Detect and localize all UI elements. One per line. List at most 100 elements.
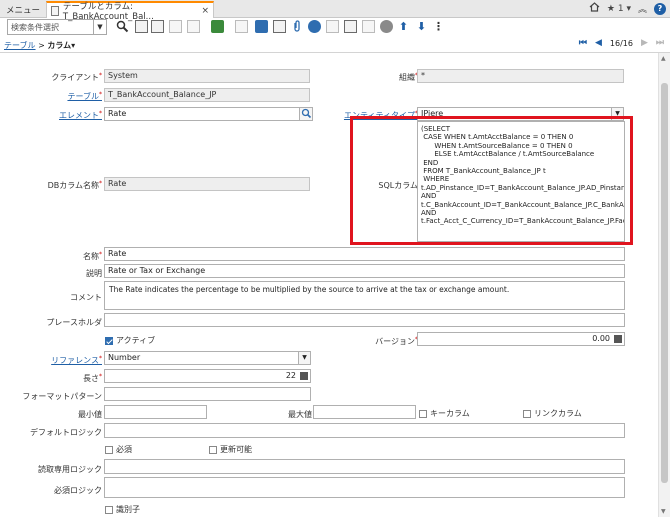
window-icon — [51, 5, 59, 16]
sql-column-textarea[interactable]: (SELECT CASE WHEN t.AmtAcctBalance = 0 T… — [417, 121, 625, 242]
first-record-icon[interactable]: ⏮ — [579, 38, 587, 48]
search-placeholder: 検索条件選択 — [11, 22, 59, 32]
readonly-logic-label: 読取専用ロジック — [38, 465, 102, 474]
reference-select[interactable]: Number ▼ — [104, 351, 311, 365]
search-condition-select[interactable]: 検索条件選択 ▼ — [7, 19, 107, 35]
mandatory-checkbox[interactable]: 必須 — [105, 444, 132, 455]
db-column-field: Rate — [104, 177, 310, 191]
description-label: 説明 — [86, 269, 102, 278]
tab-table-and-column[interactable]: テーブルとカラム: T_BankAccount_Bal... × — [46, 1, 214, 22]
version-label: バージョン — [375, 336, 418, 347]
print-icon[interactable] — [344, 20, 357, 33]
help-icon[interactable]: ? — [654, 2, 666, 15]
entity-type-label[interactable]: エンティティタイプ — [344, 110, 418, 121]
settings-icon[interactable] — [380, 20, 393, 33]
max-value-field[interactable] — [313, 405, 416, 419]
active-label: アクティブ — [116, 336, 156, 345]
next-record-icon[interactable]: ▶ — [641, 38, 648, 48]
chevron-down-icon: ▾ — [626, 3, 631, 14]
element-field[interactable]: Rate — [104, 107, 313, 121]
attachment-icon[interactable] — [291, 20, 304, 33]
updatable-label: 更新可能 — [220, 445, 252, 454]
comment-label: コメント — [70, 293, 102, 302]
default-logic-label: デフォルトロジック — [30, 428, 102, 437]
last-record-icon[interactable]: ⏭ — [656, 38, 664, 48]
vertical-scrollbar[interactable]: ▲ ▼ — [658, 53, 670, 517]
chat-icon[interactable] — [308, 20, 321, 33]
arrow-up-icon[interactable]: ⬆ — [397, 20, 410, 33]
min-value-field[interactable] — [104, 405, 207, 419]
tab-menu[interactable]: メニュー — [2, 1, 44, 18]
refresh-icon[interactable] — [255, 20, 268, 33]
active-checkbox[interactable]: アクティブ — [105, 335, 155, 346]
version-field[interactable]: 0.00 — [417, 332, 625, 346]
checkbox-checked-icon — [105, 336, 113, 345]
updatable-checkbox[interactable]: 更新可能 — [209, 444, 252, 455]
undo-icon[interactable] — [187, 20, 200, 33]
default-logic-textarea[interactable] — [104, 423, 625, 438]
archive-icon[interactable] — [362, 20, 375, 33]
delete-icon[interactable] — [169, 20, 182, 33]
mandatory-label: 必須 — [116, 445, 132, 454]
table-label[interactable]: テーブル — [67, 91, 102, 102]
lock-icon[interactable] — [235, 20, 248, 33]
length-field[interactable]: 22 — [104, 369, 311, 383]
search-icon[interactable] — [299, 108, 312, 120]
notification-count: 1 — [617, 3, 624, 14]
reference-label[interactable]: リファレンス — [51, 355, 102, 366]
link-column-checkbox[interactable]: リンクカラム — [523, 408, 582, 419]
checkbox-icon — [105, 445, 113, 454]
checkbox-icon — [209, 445, 217, 454]
scroll-down-icon[interactable]: ▼ — [661, 508, 666, 515]
zoom-icon[interactable] — [326, 20, 339, 33]
name-field[interactable]: Rate — [104, 247, 625, 261]
comment-textarea[interactable]: The Rate indicates the percentage to be … — [104, 281, 625, 310]
copy-icon[interactable] — [151, 20, 164, 33]
scrollbar-thumb[interactable] — [661, 83, 668, 483]
client-label: クライアント — [51, 72, 102, 83]
home-icon[interactable] — [589, 2, 600, 15]
chevron-up-double-icon[interactable]: ︽ — [638, 2, 647, 15]
readonly-logic-textarea[interactable] — [104, 459, 625, 474]
element-value: Rate — [108, 109, 127, 118]
new-record-icon[interactable] — [135, 20, 148, 33]
mandatory-logic-textarea[interactable] — [104, 477, 625, 498]
format-pattern-field[interactable] — [104, 387, 311, 401]
tab-menu-label: メニュー — [6, 5, 41, 16]
user-menu[interactable]: ★ 1 ▾ — [607, 4, 631, 14]
calculator-icon[interactable] — [612, 333, 624, 345]
chevron-down-icon: ▼ — [611, 108, 623, 120]
db-column-label: DBカラム名称 — [48, 180, 102, 191]
arrow-down-icon[interactable]: ⬇ — [415, 20, 428, 33]
table-field: T_BankAccount_Balance_JP — [104, 88, 310, 102]
report-icon[interactable] — [273, 20, 286, 33]
organization-label: 組織 — [399, 72, 418, 83]
key-column-checkbox[interactable]: キーカラム — [419, 408, 470, 419]
calculator-icon[interactable] — [298, 370, 310, 382]
search-icon[interactable] — [116, 20, 129, 33]
close-tab-icon[interactable]: × — [201, 6, 209, 16]
name-label: 名称 — [83, 251, 102, 262]
entity-type-select[interactable]: JPiere ▼ — [417, 107, 624, 121]
breadcrumb: テーブル > カラム▾ — [4, 40, 75, 51]
record-counter: 16/16 — [609, 38, 633, 48]
chevron-down-icon: ▼ — [298, 352, 310, 364]
sql-column-label: SQLカラム — [378, 181, 418, 190]
previous-record-icon[interactable]: ◀ — [595, 38, 602, 48]
element-label[interactable]: エレメント — [59, 110, 102, 121]
placeholder-field[interactable] — [104, 313, 625, 327]
breadcrumb-current[interactable]: カラム▾ — [47, 41, 75, 50]
scroll-up-icon[interactable]: ▲ — [661, 55, 666, 62]
breadcrumb-parent-link[interactable]: テーブル — [4, 41, 36, 50]
checkbox-icon — [523, 409, 531, 418]
organization-field: * — [417, 69, 624, 83]
reference-value: Number — [108, 353, 141, 362]
description-field[interactable]: Rate or Tax or Exchange — [104, 264, 625, 278]
chevron-down-icon: ▼ — [93, 20, 106, 34]
breadcrumb-separator: > — [38, 41, 45, 50]
record-navigation: ⏮ ◀ 16/16 ▶ ⏭ — [579, 38, 664, 48]
identifier-checkbox[interactable]: 識別子 — [105, 504, 140, 515]
save-icon[interactable] — [211, 20, 224, 33]
user-icon: ★ — [606, 3, 615, 14]
more-icon[interactable]: ⋮ — [432, 20, 445, 33]
